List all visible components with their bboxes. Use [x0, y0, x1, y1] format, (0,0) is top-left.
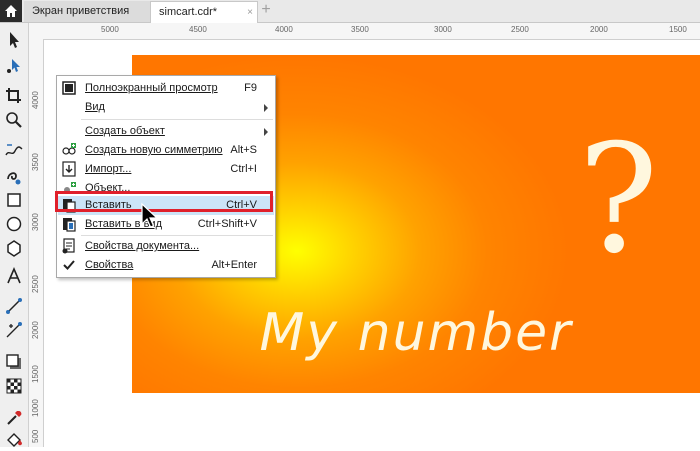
submenu-arrow-icon [264, 104, 268, 112]
blend-tool-icon[interactable] [3, 319, 25, 341]
shape-tool-icon[interactable] [3, 55, 25, 77]
ruler-tick-label: 3500 [31, 153, 40, 171]
menu-item-new-symmetry[interactable]: Создать новую симметрию Alt+S [58, 141, 274, 160]
drop-shadow-icon[interactable] [3, 351, 25, 373]
rectangle-tool-icon[interactable] [3, 189, 25, 211]
menu-item-shortcut: Ctrl+Shift+V [197, 218, 257, 230]
freehand-tool-icon[interactable] [3, 139, 25, 161]
ruler-tick-label: 500 [31, 429, 40, 443]
text-tool-icon[interactable] [3, 265, 25, 287]
menu-item-fullscreen-preview[interactable]: Полноэкранный просмотр F9 [58, 79, 274, 98]
ruler-tick-label: 2500 [31, 275, 40, 293]
ruler-tick-label: 1000 [31, 399, 40, 417]
question-mark-text[interactable]: ? [578, 125, 658, 275]
tab-welcome-screen[interactable]: Экран приветствия × [24, 1, 160, 22]
menu-item-label: Полноэкранный просмотр [85, 82, 218, 94]
ellipse-tool-icon[interactable] [3, 213, 25, 235]
submenu-arrow-icon [264, 128, 268, 136]
ruler-tick-label: 5000 [101, 25, 119, 34]
ruler-tick-label: 4000 [31, 91, 40, 109]
highlight-frame [55, 191, 273, 212]
menu-item-label: Создать новую симметрию [85, 144, 223, 156]
menu-item-shortcut: Alt+Enter [211, 259, 257, 271]
checkmark-icon [63, 260, 75, 270]
canvas-context-menu: Полноэкранный просмотр F9 Вид Создать об… [56, 75, 276, 278]
menu-separator [81, 119, 273, 120]
ruler-tick-label: 4000 [275, 25, 293, 34]
paste-in-view-icon [63, 218, 76, 232]
ruler-tick-label: 4500 [189, 25, 207, 34]
menu-item-import[interactable]: Импорт... Ctrl+I [58, 160, 274, 179]
menu-item-label: Создать объект [85, 125, 165, 137]
menu-item-shortcut: Ctrl+I [230, 163, 257, 175]
ruler-tick-label: 1500 [669, 25, 687, 34]
menu-item-shortcut: F9 [244, 82, 257, 94]
menu-item-label: Свойства документа... [85, 240, 200, 252]
crop-tool-icon[interactable] [3, 85, 25, 107]
toolbox [0, 23, 29, 447]
menu-item-properties[interactable]: Свойства Alt+Enter [58, 256, 274, 275]
my-number-text[interactable]: My number [132, 303, 700, 363]
fill-tool-icon[interactable] [3, 429, 25, 451]
fullscreen-icon [62, 81, 76, 95]
home-icon [5, 5, 17, 17]
eyedropper-icon[interactable] [3, 407, 25, 429]
connector-tool-icon[interactable] [3, 295, 25, 317]
import-icon [62, 161, 76, 177]
ruler-tick-label: 3000 [31, 213, 40, 231]
mouse-cursor-icon [141, 202, 159, 228]
symmetry-icon [62, 143, 76, 155]
ruler-tick-label: 3000 [434, 25, 452, 34]
vertical-ruler[interactable]: 4000 3500 3000 2500 2000 1500 1000 500 [29, 39, 44, 447]
menu-item-label: Свойства [85, 259, 134, 271]
zoom-tool-icon[interactable] [3, 109, 25, 131]
document-tab-bar: Экран приветствия × simcart.cdr* × + [0, 0, 700, 23]
tab-label: Экран приветствия [32, 5, 130, 17]
ruler-tick-label: 3500 [351, 25, 369, 34]
menu-item-view[interactable]: Вид [58, 98, 274, 117]
tab-label: simcart.cdr* [159, 6, 218, 18]
menu-item-document-properties[interactable]: Свойства документа... [58, 237, 274, 256]
ruler-tick-label: 1500 [31, 365, 40, 383]
ruler-tick-label: 2000 [31, 321, 40, 339]
artistic-media-icon[interactable] [3, 165, 25, 187]
add-tab-icon[interactable]: + [258, 2, 274, 18]
menu-item-paste-in-view[interactable]: Вставить в вид Ctrl+Shift+V [58, 215, 274, 234]
menu-separator [81, 235, 273, 236]
menu-item-label: Импорт... [85, 163, 132, 175]
ruler-tick-label: 2000 [590, 25, 608, 34]
menu-item-create-object[interactable]: Создать объект [58, 122, 274, 141]
ruler-tick-label: 2500 [511, 25, 529, 34]
menu-item-shortcut: Alt+S [230, 144, 257, 156]
transparency-tool-icon[interactable] [3, 375, 25, 397]
horizontal-ruler[interactable]: 5000 4500 4000 3500 3000 2500 2000 1500 [29, 23, 700, 40]
menu-item-label: Вид [85, 101, 105, 113]
document-properties-icon [62, 238, 75, 254]
polygon-tool-icon[interactable] [3, 237, 25, 259]
tab-close-icon[interactable]: × [247, 2, 253, 23]
home-tab-button[interactable] [0, 0, 22, 22]
pick-tool-icon[interactable] [3, 29, 25, 51]
tab-simcart-document[interactable]: simcart.cdr* × [150, 1, 258, 23]
